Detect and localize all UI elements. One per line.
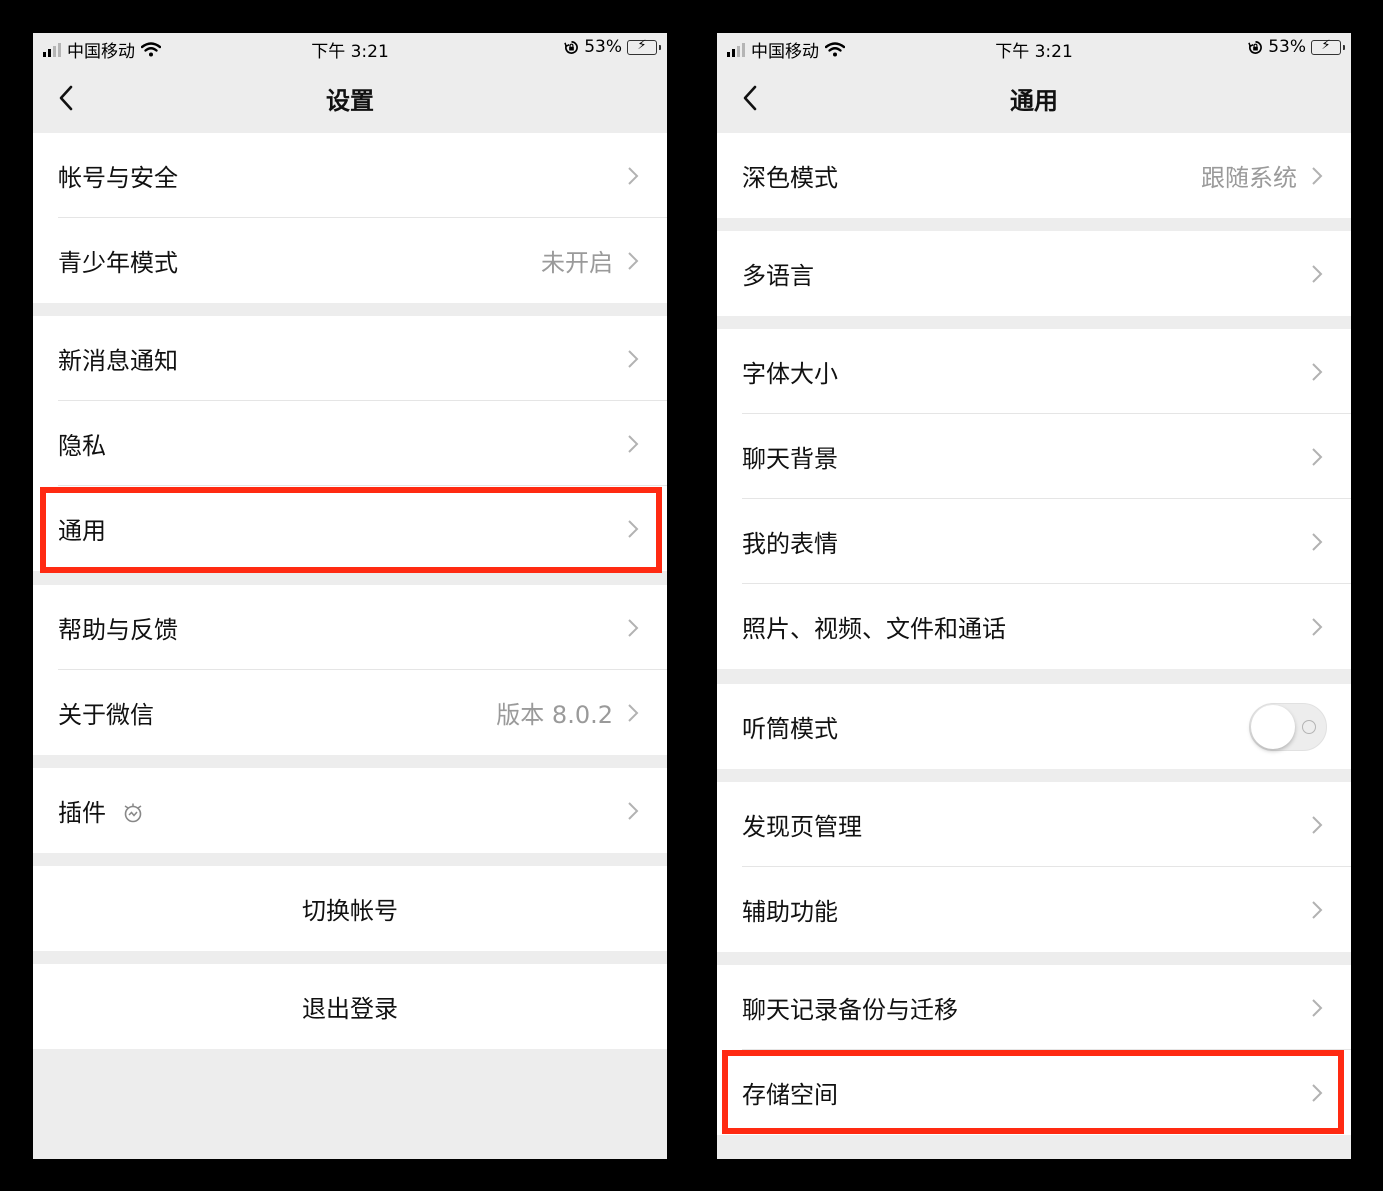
general-item-font-size[interactable]: 字体大小 (717, 329, 1351, 414)
chevron-right-icon (628, 801, 639, 820)
chevron-right-icon (1312, 998, 1323, 1017)
general-group-language: 多语言 (717, 231, 1351, 316)
settings-item-label: 青少年模式 (58, 249, 178, 277)
dark-mode-value: 跟随系统 (1201, 164, 1297, 192)
chevron-right-icon (628, 166, 639, 185)
settings-item-label: 关于微信 (58, 701, 154, 729)
settings-group-switch: 切换帐号 (33, 866, 667, 951)
chevron-right-icon (628, 703, 639, 722)
general-item-label: 听筒模式 (742, 715, 838, 743)
chevron-right-icon (628, 519, 639, 538)
general-item-accessibility[interactable]: 辅助功能 (717, 867, 1351, 952)
general-item-label: 聊天背景 (742, 445, 838, 473)
general-item-my-stickers[interactable]: 我的表情 (717, 499, 1351, 584)
general-item-media-settings[interactable]: 照片、视频、文件和通话 (717, 584, 1351, 669)
nav-bar: 设置 (33, 63, 667, 133)
general-item-label: 深色模式 (742, 164, 838, 192)
chevron-right-icon (628, 251, 639, 270)
settings-item-general[interactable]: 通用 (33, 486, 667, 571)
settings-item-teen-mode[interactable]: 青少年模式 未开启 (33, 218, 667, 303)
nav-bar: 通用 (717, 63, 1351, 133)
toggle-off-indicator (1302, 719, 1316, 734)
general-item-language[interactable]: 多语言 (717, 231, 1351, 316)
settings-item-account-security[interactable]: 帐号与安全 (33, 133, 667, 218)
settings-group-general: 新消息通知 隐私 通用 (33, 316, 667, 571)
general-item-dark-mode[interactable]: 深色模式 跟随系统 (717, 133, 1351, 218)
general-item-label: 字体大小 (742, 360, 838, 388)
general-item-label: 发现页管理 (742, 813, 862, 841)
chevron-right-icon (1312, 532, 1323, 551)
general-item-label: 照片、视频、文件和通话 (742, 615, 1006, 643)
settings-item-label: 新消息通知 (58, 347, 178, 375)
settings-item-label: 通用 (58, 517, 106, 545)
chevron-right-icon (1312, 900, 1323, 919)
chevron-right-icon (628, 349, 639, 368)
general-group-earpiece: 听筒模式 (717, 684, 1351, 769)
general-group-features: 发现页管理 辅助功能 (717, 782, 1351, 952)
earpiece-mode-toggle[interactable] (1249, 702, 1327, 751)
app-version: 版本 8.0.2 (496, 701, 613, 729)
settings-group-logout: 退出登录 (33, 964, 667, 1049)
chevron-right-icon (1312, 447, 1323, 466)
general-item-discover-management[interactable]: 发现页管理 (717, 782, 1351, 867)
settings-group-account: 帐号与安全 青少年模式 未开启 (33, 133, 667, 303)
chevron-right-icon (1312, 362, 1323, 381)
logout-button[interactable]: 退出登录 (33, 964, 667, 1049)
chevron-right-icon (1312, 815, 1323, 834)
switch-account-button[interactable]: 切换帐号 (33, 866, 667, 951)
orientation-lock-icon (1248, 40, 1263, 54)
settings-group-plugins: 插件 (33, 768, 667, 853)
status-bar: 中国移动 下午 3:21 53% ⚡ (33, 33, 667, 63)
page-title: 设置 (326, 87, 374, 115)
general-item-label: 辅助功能 (742, 898, 838, 926)
general-group-dark-mode: 深色模式 跟随系统 (717, 133, 1351, 218)
battery-charging-icon: ⚡ (1311, 38, 1345, 55)
battery-charging-icon: ⚡ (627, 38, 661, 55)
general-group-storage: 聊天记录备份与迁移 存储空间 (717, 965, 1351, 1135)
general-item-earpiece-mode[interactable]: 听筒模式 (717, 684, 1351, 769)
general-item-label: 聊天记录备份与迁移 (742, 996, 958, 1024)
chevron-right-icon (1312, 617, 1323, 636)
battery-percent: 53% (584, 37, 622, 57)
settings-item-help-feedback[interactable]: 帮助与反馈 (33, 585, 667, 670)
orientation-lock-icon (564, 40, 579, 54)
settings-item-plugins[interactable]: 插件 (33, 768, 667, 853)
page-title: 通用 (1010, 87, 1058, 115)
general-group-display: 字体大小 聊天背景 我的表情 照片、视频、文件和通话 (717, 329, 1351, 669)
settings-item-label: 帐号与安全 (58, 164, 178, 192)
settings-item-label: 隐私 (58, 432, 106, 460)
general-item-label: 多语言 (742, 262, 814, 290)
chevron-right-icon (628, 434, 639, 453)
settings-item-about[interactable]: 关于微信 版本 8.0.2 (33, 670, 667, 755)
general-item-label: 我的表情 (742, 530, 838, 558)
chevron-right-icon (628, 618, 639, 637)
chevron-right-icon (1312, 166, 1323, 185)
toggle-knob (1251, 704, 1295, 749)
settings-item-label: 帮助与反馈 (58, 616, 178, 644)
general-item-chat-backup[interactable]: 聊天记录备份与迁移 (717, 965, 1351, 1050)
chevron-right-icon (1312, 264, 1323, 283)
general-screen: 中国移动 下午 3:21 53% ⚡ 通用 深色模式 跟随系统 多语言 字体大小 (717, 33, 1351, 1159)
plugin-icon (124, 803, 142, 823)
teen-mode-status: 未开启 (541, 249, 613, 277)
settings-item-label: 插件 (58, 799, 106, 827)
general-item-storage[interactable]: 存储空间 (717, 1050, 1351, 1135)
general-item-label: 存储空间 (742, 1081, 838, 1109)
general-item-chat-background[interactable]: 聊天背景 (717, 414, 1351, 499)
settings-screen: 中国移动 下午 3:21 53% ⚡ 设置 帐号与安全 青少年模式 未开启 新消… (33, 33, 667, 1159)
settings-group-help: 帮助与反馈 关于微信 版本 8.0.2 (33, 585, 667, 755)
status-bar: 中国移动 下午 3:21 53% ⚡ (717, 33, 1351, 63)
battery-percent: 53% (1268, 37, 1306, 57)
settings-item-notifications[interactable]: 新消息通知 (33, 316, 667, 401)
chevron-right-icon (1312, 1083, 1323, 1102)
settings-item-privacy[interactable]: 隐私 (33, 401, 667, 486)
